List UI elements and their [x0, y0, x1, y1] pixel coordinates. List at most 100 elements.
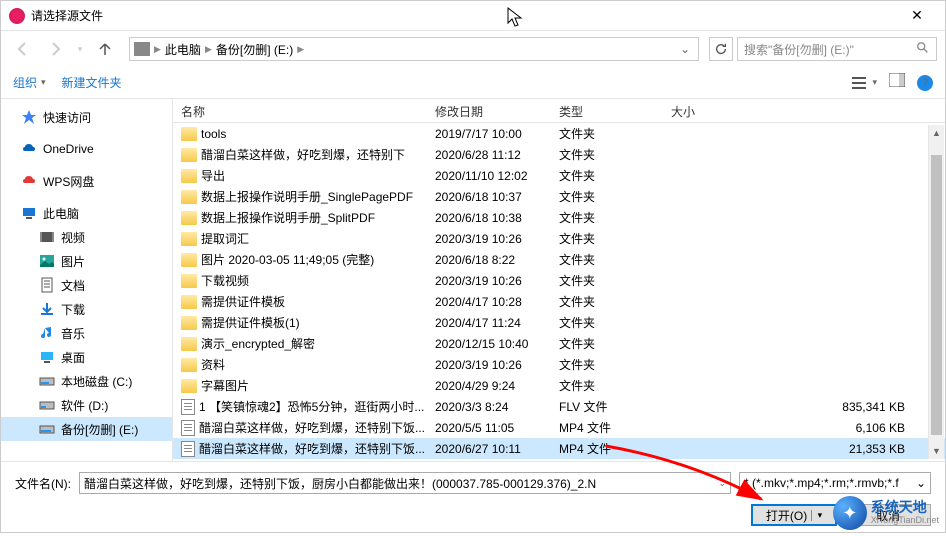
folder-icon: [181, 379, 197, 393]
filename-input[interactable]: 醋溜白菜这样做，好吃到爆，还特别下饭，厨房小白都能做出来！(000037.785…: [79, 472, 731, 494]
address-dropdown[interactable]: ⌄: [676, 42, 694, 56]
sidebar-video[interactable]: 视频: [1, 225, 172, 249]
organize-button[interactable]: 组织▾: [13, 74, 46, 91]
file-type: 文件夹: [551, 314, 663, 331]
chevron-right-icon: ▶: [152, 44, 163, 55]
scrollbar-vertical[interactable]: ▲ ▼: [928, 125, 944, 459]
col-date[interactable]: 修改日期: [427, 99, 551, 122]
new-folder-button[interactable]: 新建文件夹: [62, 74, 122, 91]
file-name: 醋溜白菜这样做，好吃到爆，还特别下: [201, 146, 405, 163]
sidebar-onedrive[interactable]: OneDrive: [1, 137, 172, 161]
file-name: 醋溜白菜这样做，好吃到爆，还特别下饭...: [199, 419, 425, 436]
folder-icon: [181, 316, 197, 330]
sidebar-quick-access[interactable]: 快速访问: [1, 105, 172, 129]
filename-dropdown-icon[interactable]: ⌄: [718, 478, 726, 489]
file-name: 需提供证件模板: [201, 293, 285, 310]
sidebar-downloads[interactable]: 下载: [1, 297, 172, 321]
file-row[interactable]: 醋溜白菜这样做，好吃到爆，还特别下饭...2020/5/5 11:05MP4 文…: [173, 417, 945, 438]
file-date: 2020/3/19 10:26: [427, 358, 551, 372]
sidebar-thispc[interactable]: 此电脑: [1, 201, 172, 225]
breadcrumb-drive[interactable]: 备份[勿删] (E:): [216, 41, 293, 58]
file-date: 2020/4/17 10:28: [427, 295, 551, 309]
up-button[interactable]: [91, 35, 119, 63]
file-row[interactable]: 图片 2020-03-05 11;49;05 (完整)2020/6/18 8:2…: [173, 249, 945, 270]
sidebar-desktop[interactable]: 桌面: [1, 345, 172, 369]
file-row[interactable]: 数据上报操作说明手册_SinglePagePDF2020/6/18 10:37文…: [173, 186, 945, 207]
file-rows: tools2019/7/17 10:00文件夹醋溜白菜这样做，好吃到爆，还特别下…: [173, 123, 945, 461]
scroll-up-icon[interactable]: ▲: [929, 125, 944, 141]
folder-icon: [181, 337, 197, 351]
back-button[interactable]: [9, 35, 37, 63]
app-icon: [9, 8, 25, 24]
file-list: 名称 修改日期 类型 大小 tools2019/7/17 10:00文件夹醋溜白…: [173, 99, 945, 461]
sidebar-wps[interactable]: WPS网盘: [1, 169, 172, 193]
file-type: FLV 文件: [551, 398, 663, 415]
file-date: 2020/3/3 8:24: [427, 400, 551, 414]
file-row[interactable]: 导出2020/11/10 12:02文件夹: [173, 165, 945, 186]
file-name: 提取词汇: [201, 230, 249, 247]
scroll-down-icon[interactable]: ▼: [929, 443, 944, 459]
file-size: 6,106 KB: [663, 421, 945, 435]
file-date: 2020/4/17 11:24: [427, 316, 551, 330]
col-name[interactable]: 名称: [173, 99, 427, 122]
file-type: 文件夹: [551, 209, 663, 226]
forward-button[interactable]: [41, 35, 69, 63]
scrollbar-thumb[interactable]: [931, 155, 942, 435]
file-row[interactable]: 字幕图片2020/4/29 9:24文件夹: [173, 375, 945, 396]
file-row[interactable]: 醋溜白菜这样做，好吃到爆，还特别下饭...2020/6/27 10:11MP4 …: [173, 438, 945, 459]
watermark-text-cn: 系统天地: [871, 500, 939, 515]
file-icon: [181, 399, 195, 415]
search-placeholder: 搜索"备份[勿删] (E:)": [744, 41, 854, 58]
window-title: 请选择源文件: [31, 7, 897, 24]
file-row[interactable]: 演示_encrypted_解密2020/12/15 10:40文件夹: [173, 333, 945, 354]
file-row[interactable]: 数据上报操作说明手册_SplitPDF2020/6/18 10:38文件夹: [173, 207, 945, 228]
folder-icon: [181, 169, 197, 183]
file-type: 文件夹: [551, 377, 663, 394]
close-button[interactable]: ✕: [897, 1, 937, 31]
sidebar-pictures[interactable]: 图片: [1, 249, 172, 273]
titlebar: 请选择源文件 ✕: [1, 1, 945, 31]
col-size[interactable]: 大小: [663, 99, 945, 122]
file-date: 2020/12/15 10:40: [427, 337, 551, 351]
breadcrumb-thispc[interactable]: 此电脑: [165, 41, 201, 58]
nav-bar: ▾ ▶ 此电脑 ▶ 备份[勿删] (E:) ▶ ⌄ 搜索"备份[勿删] (E:)…: [1, 31, 945, 67]
refresh-button[interactable]: [709, 37, 733, 61]
help-button[interactable]: ?: [917, 75, 933, 91]
file-date: 2020/5/5 11:05: [427, 421, 551, 435]
col-type[interactable]: 类型: [551, 99, 663, 122]
file-row[interactable]: 资料2020/3/19 10:26文件夹: [173, 354, 945, 375]
file-type: 文件夹: [551, 146, 663, 163]
file-row[interactable]: 提取词汇2020/3/19 10:26文件夹: [173, 228, 945, 249]
column-headers: 名称 修改日期 类型 大小: [173, 99, 945, 123]
file-row[interactable]: 1 【笑镇惊魂2】恐怖5分钟，逛街两小时...2020/3/3 8:24FLV …: [173, 396, 945, 417]
sidebar-disk-c[interactable]: 本地磁盘 (C:): [1, 369, 172, 393]
file-row[interactable]: 需提供证件模板(1)2020/4/17 11:24文件夹: [173, 312, 945, 333]
folder-icon: [181, 148, 197, 162]
file-row[interactable]: 需提供证件模板2020/4/17 10:28文件夹: [173, 291, 945, 312]
sidebar-documents[interactable]: 文档: [1, 273, 172, 297]
sidebar-music[interactable]: 音乐: [1, 321, 172, 345]
sidebar: 快速访问 OneDrive WPS网盘 此电脑 视频: [1, 99, 173, 461]
address-bar[interactable]: ▶ 此电脑 ▶ 备份[勿删] (E:) ▶ ⌄: [129, 37, 699, 61]
preview-pane-button[interactable]: [889, 73, 905, 92]
view-options-button[interactable]: ▾: [852, 76, 877, 90]
recent-dropdown[interactable]: ▾: [73, 35, 87, 63]
file-date: 2020/3/19 10:26: [427, 232, 551, 246]
filetype-filter[interactable]: * (*.mkv;*.mp4;*.rm;*.rmvb;*.f ⌄: [739, 472, 931, 494]
sidebar-disk-e[interactable]: 备份[勿删] (E:): [1, 417, 172, 441]
filter-dropdown-icon[interactable]: ⌄: [916, 476, 926, 490]
sidebar-disk-d[interactable]: 软件 (D:): [1, 393, 172, 417]
file-type: 文件夹: [551, 251, 663, 268]
file-date: 2020/4/29 9:24: [427, 379, 551, 393]
file-row[interactable]: 下载视频2020/3/19 10:26文件夹: [173, 270, 945, 291]
file-row[interactable]: tools2019/7/17 10:00文件夹: [173, 123, 945, 144]
file-size: 835,341 KB: [663, 400, 945, 414]
open-button[interactable]: 打开(O) ▾: [751, 504, 837, 526]
file-name: 图片 2020-03-05 11;49;05 (完整): [201, 251, 374, 268]
file-date: 2020/6/18 10:38: [427, 211, 551, 225]
file-icon: [181, 420, 195, 436]
main-area: 快速访问 OneDrive WPS网盘 此电脑 视频: [1, 99, 945, 461]
folder-icon: [181, 358, 197, 372]
search-input[interactable]: 搜索"备份[勿删] (E:)": [737, 37, 937, 61]
file-row[interactable]: 醋溜白菜这样做，好吃到爆，还特别下2020/6/28 11:12文件夹: [173, 144, 945, 165]
